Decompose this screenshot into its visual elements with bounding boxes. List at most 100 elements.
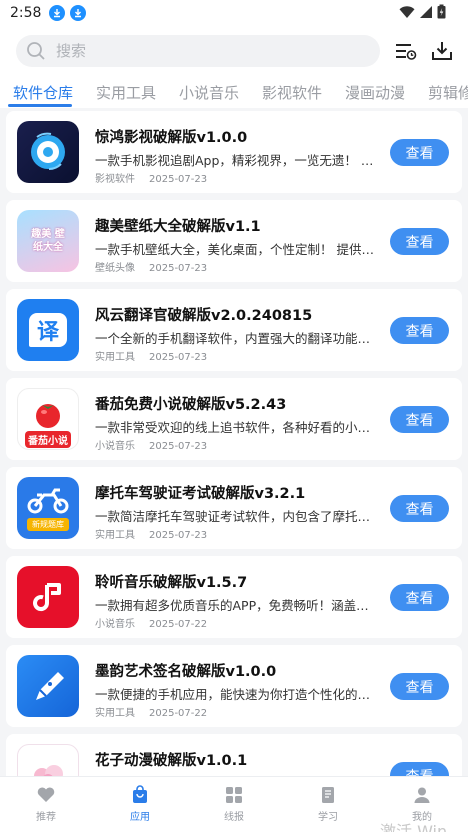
app-card[interactable]: 惊鸿影视破解版v1.0.0 一款手机影视追剧App，精彩视界，一览无遗！ 提供.… [6,111,462,193]
anime-icon [17,744,79,776]
app-meta: 小说音乐 2025-07-23 [95,437,207,452]
app-description: 一款拥有超多优质音乐的APP，免费畅听！涵盖各种... [95,598,381,613]
status-time: 2:58 [10,5,42,21]
app-title: 番茄免费小说破解版v5.2.43 [95,397,287,413]
app-card[interactable]: 聆听音乐破解版v1.5.7 一款拥有超多优质音乐的APP，免费畅听！涵盖各种..… [6,556,462,638]
search-icon [27,42,45,60]
app-meta: 小说音乐 2025-07-22 [95,615,207,630]
battery-icon [437,4,446,19]
tab-video-software[interactable]: 影视软件 [262,82,322,103]
tab-utility-tools[interactable]: 实用工具 [96,82,156,103]
search-bar[interactable] [16,35,380,67]
book-icon [322,787,334,803]
view-button[interactable]: 查看 [390,762,449,776]
app-card[interactable]: 墨韵艺术签名破解版v1.0.0 一款便捷的手机应用，能快速为你打造个性化的艺..… [6,645,462,727]
app-title: 摩托车驾驶证考试破解版v3.2.1 [95,486,306,502]
app-icon-text: 译 [36,320,59,345]
app-title: 聆听音乐破解版v1.5.7 [95,575,248,591]
app-date: 2025-07-22 [149,619,208,630]
grid-icon [226,787,242,803]
app-title: 风云翻译官破解版v2.0.240815 [95,308,313,324]
nav-item-recommend[interactable]: 推荐 [16,785,76,823]
app-description: 一个全新的手机翻译软件，内置强大的翻译功能，... [95,331,381,346]
app-category: 实用工具 [95,352,135,363]
app-description: 一款手机壁纸大全，美化桌面，个性定制！ 提供丰富... [95,242,381,257]
top-bar [0,26,468,76]
app-category: 壁纸头像 [95,263,135,274]
app-category: 实用工具 [95,708,135,719]
download-notification-icon-2 [70,5,87,21]
nav-item-news[interactable]: 线报 [204,785,264,823]
app-description: 一款简洁摩托车驾驶证考试软件，内包含了摩托车... [95,509,381,524]
nav-label: 学习 [318,812,338,823]
app-meta: 壁纸头像 2025-07-23 [95,259,207,274]
app-date: 2025-07-22 [149,708,208,719]
app-description: 一款非常受欢迎的线上追书软件，各种好看的小说... [95,420,381,435]
app-card[interactable]: 译 风云翻译官破解版v2.0.240815 一个全新的手机翻译软件，内置强大的翻… [6,289,462,371]
app-meta: 实用工具 2025-07-23 [95,526,207,541]
app-date: 2025-07-23 [149,174,208,185]
user-icon [414,787,430,803]
app-meta: 影视软件 2025-07-23 [95,170,207,185]
app-icon-text: 新规题库 [27,517,69,531]
app-date: 2025-07-23 [149,441,208,452]
tab-software-repo[interactable]: 软件仓库 [13,82,73,103]
view-button[interactable]: 查看 [390,584,449,611]
status-bar: 2:58 [0,0,468,26]
app-category: 小说音乐 [95,441,135,452]
tab-novel-music[interactable]: 小说音乐 [179,82,239,103]
app-title: 趣美壁纸大全破解版v1.1 [95,219,261,235]
app-card[interactable]: 趣美 壁纸大全 趣美壁纸大全破解版v1.1 一款手机壁纸大全，美化桌面，个性定制… [6,200,462,282]
app-title: 惊鸿影视破解版v1.0.0 [95,130,248,146]
music-note-icon [17,566,79,628]
app-meta: 实用工具 2025-07-22 [95,704,207,719]
app-card[interactable]: 花子动漫破解版v1.0.1 查看 [6,734,462,776]
wifi-icon [399,5,415,18]
active-tab-indicator [8,104,72,107]
app-category: 小说音乐 [95,619,135,630]
wallpaper-app-icon: 趣美 壁纸大全 [17,210,79,272]
fountain-pen-icon [17,655,79,717]
heart-icon [37,787,55,802]
view-button[interactable]: 查看 [390,495,449,522]
app-category: 影视软件 [95,174,135,185]
activation-watermark: 激活 Win [380,822,448,832]
nav-label: 应用 [130,812,150,823]
task-list-icon[interactable] [393,38,419,64]
view-button[interactable]: 查看 [390,673,449,700]
bag-icon [133,785,147,803]
view-button[interactable]: 查看 [390,139,449,166]
app-list: 惊鸿影视破解版v1.0.0 一款手机影视追剧App，精彩视界，一览无遗！ 提供.… [0,108,468,776]
app-category: 实用工具 [95,530,135,541]
app-description: 一款手机影视追剧App，精彩视界，一览无遗！ 提供... [95,153,381,168]
tomato-novel-icon: 番茄小说 [17,388,79,450]
view-button[interactable]: 查看 [390,406,449,433]
film-reel-icon [17,121,79,183]
app-date: 2025-07-23 [149,530,208,541]
nav-item-apps[interactable]: 应用 [110,785,170,823]
search-input[interactable] [56,42,356,60]
translate-icon: 译 [17,299,79,361]
view-button[interactable]: 查看 [390,317,449,344]
app-meta: 实用工具 2025-07-23 [95,348,207,363]
tab-video-editing[interactable]: 剪辑修 [428,82,468,103]
signal-icon [420,5,432,18]
download-icon[interactable] [429,38,455,64]
app-card[interactable]: 新规题库 摩托车驾驶证考试破解版v3.2.1 一款简洁摩托车驾驶证考试软件，内包… [6,467,462,549]
app-date: 2025-07-23 [149,352,208,363]
app-icon-text: 番茄小说 [25,431,71,448]
view-button[interactable]: 查看 [390,228,449,255]
download-notification-icon [49,5,66,21]
app-description: 一款便捷的手机应用，能快速为你打造个性化的艺... [95,687,381,702]
category-tabs: 软件仓库 实用工具 小说音乐 影视软件 漫画动漫 剪辑修 [0,76,468,108]
app-card[interactable]: 番茄小说 番茄免费小说破解版v5.2.43 一款非常受欢迎的线上追书软件，各种好… [6,378,462,460]
tab-comics-anime[interactable]: 漫画动漫 [345,82,405,103]
motorcycle-icon: 新规题库 [17,477,79,539]
nav-item-learn[interactable]: 学习 [298,785,358,823]
app-title: 花子动漫破解版v1.0.1 [95,753,248,769]
app-icon-text: 趣美 壁纸大全 [31,229,65,253]
app-title: 墨韵艺术签名破解版v1.0.0 [95,664,277,680]
nav-label: 推荐 [36,812,56,823]
app-date: 2025-07-23 [149,263,208,274]
status-indicators [399,4,446,19]
